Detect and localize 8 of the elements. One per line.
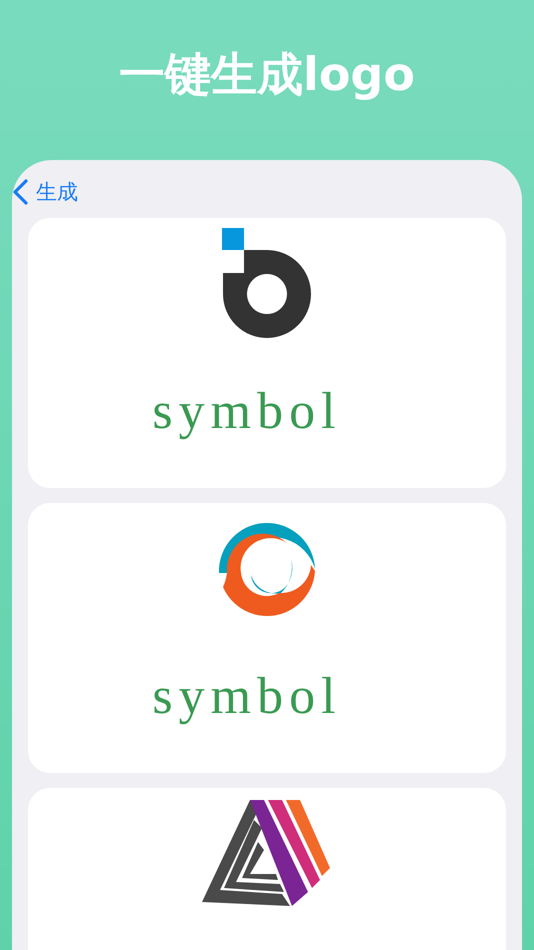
logo-card[interactable]: symbol — [28, 503, 506, 773]
page-title: 一键生成logo — [118, 46, 416, 103]
logo-caption: symbol — [152, 382, 342, 441]
chevron-left-icon — [12, 179, 28, 205]
logo-caption: symbol — [152, 667, 342, 726]
ring-logo-icon — [222, 228, 312, 340]
logo-card[interactable]: symbol — [28, 218, 506, 488]
back-button[interactable]: 生成 — [12, 178, 78, 206]
